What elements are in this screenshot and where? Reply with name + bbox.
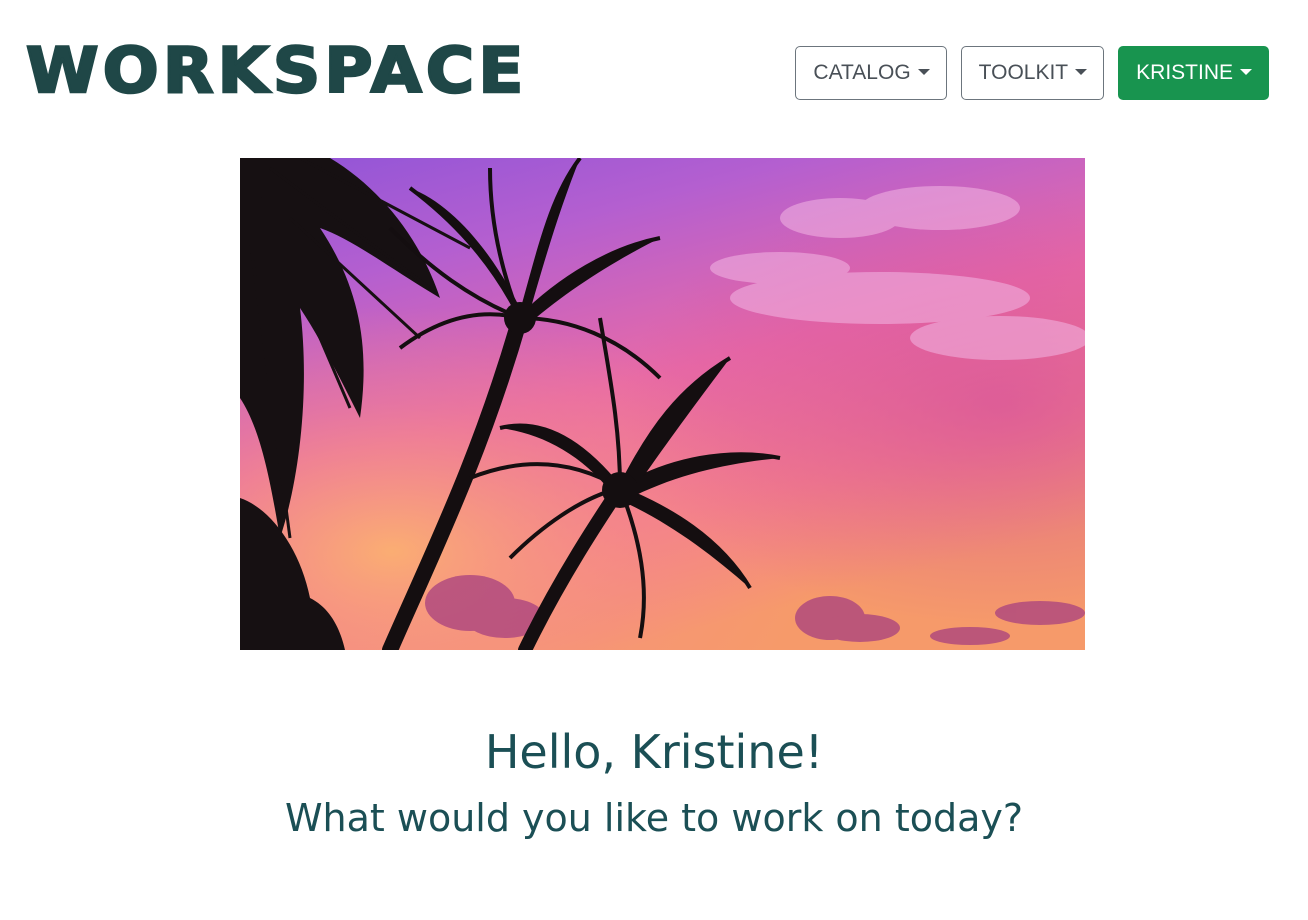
caret-down-icon (1240, 69, 1252, 75)
page: WORKSPACE CATALOG TOOLKIT KRISTINE Hello… (0, 0, 1308, 920)
catalog-dropdown-button[interactable]: CATALOG (795, 46, 947, 100)
user-menu-label: KRISTINE (1136, 61, 1233, 84)
caret-down-icon (917, 69, 930, 75)
nav-menu: CATALOG TOOLKIT KRISTINE (795, 46, 1269, 100)
top-navbar: WORKSPACE CATALOG TOOLKIT KRISTINE (0, 0, 1308, 140)
welcome-subheading: What would you like to work on today? (284, 796, 1024, 840)
caret-down-icon (1075, 69, 1088, 75)
user-menu-dropdown-button[interactable]: KRISTINE (1118, 46, 1269, 100)
welcome-heading: Hello, Kristine! (484, 725, 824, 779)
toolkit-label: TOOLKIT (978, 61, 1069, 84)
palm-sunset-illustration (240, 158, 1085, 650)
toolkit-dropdown-button[interactable]: TOOLKIT (960, 46, 1105, 100)
catalog-label: CATALOG (813, 61, 911, 84)
hero-image (240, 158, 1085, 650)
workspace-logo[interactable]: WORKSPACE (25, 34, 528, 107)
